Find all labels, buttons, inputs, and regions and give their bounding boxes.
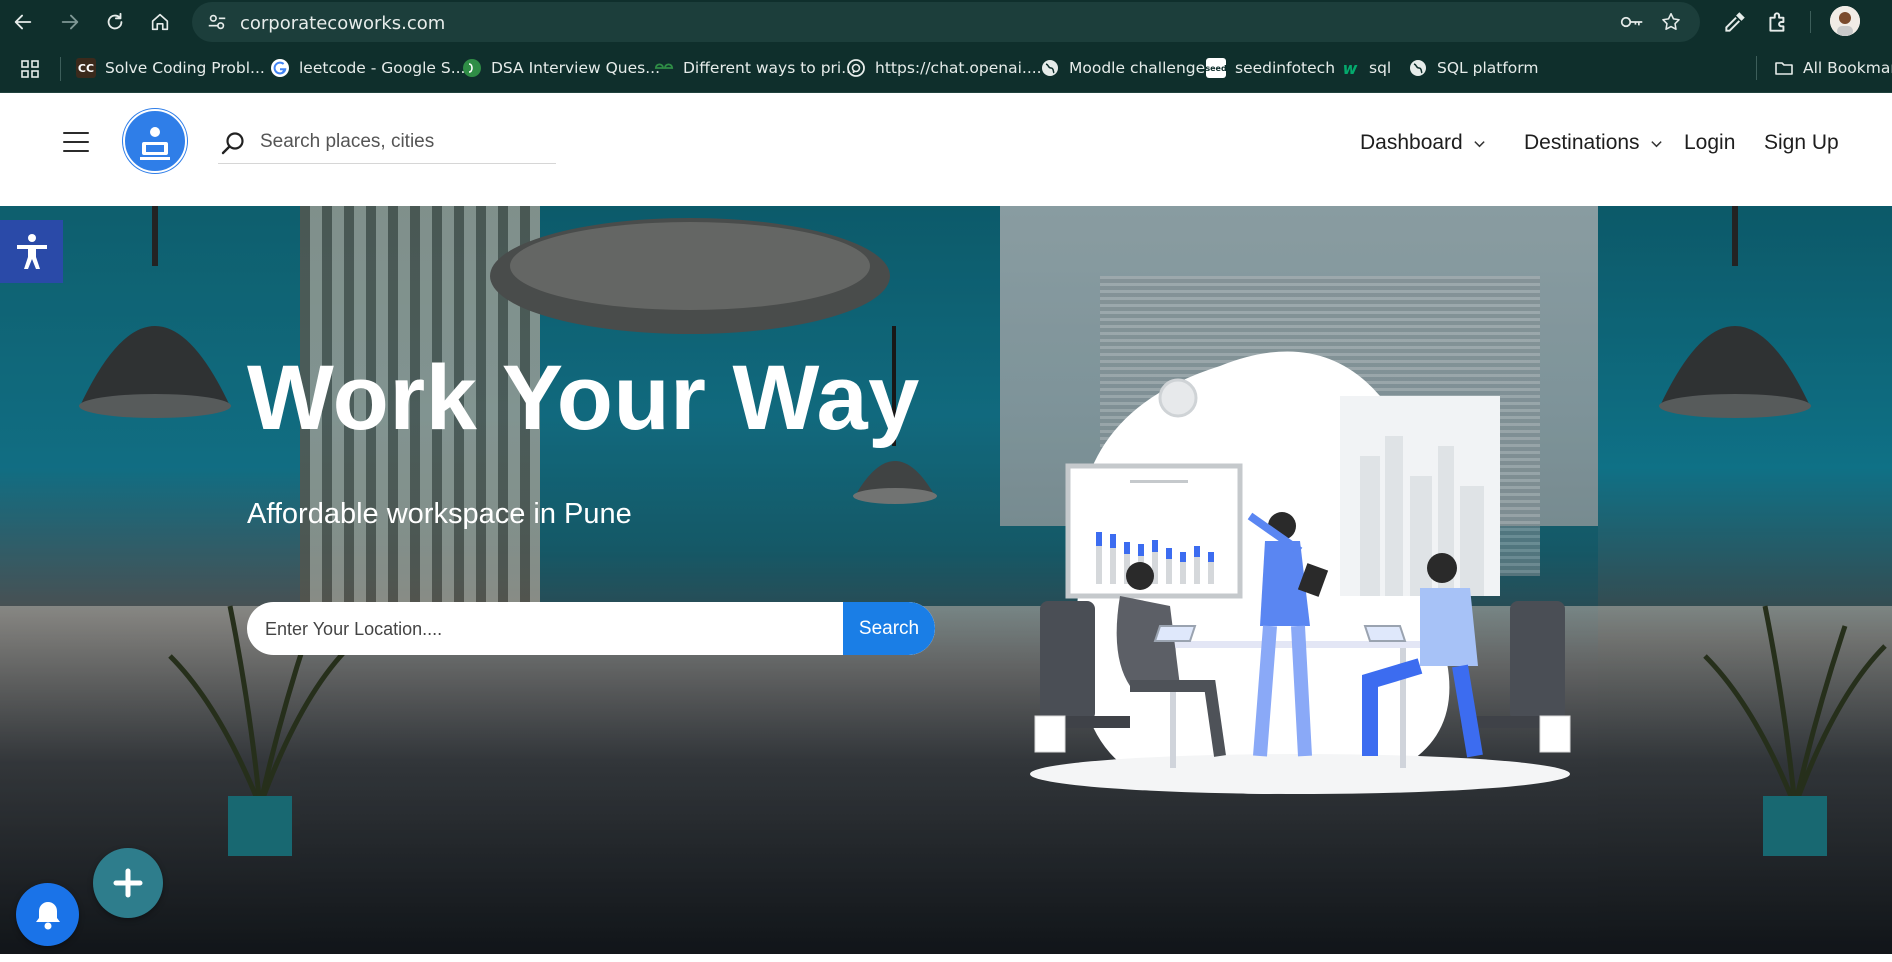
browser-toolbar: corporatecoworks.com	[0, 0, 1892, 45]
bookmark-label: Solve Coding Probl...	[105, 59, 265, 77]
chevron-down-icon	[1474, 140, 1485, 147]
bookmark-sql-platform[interactable]: SQL platform	[1408, 55, 1538, 81]
bookmark-label: SQL platform	[1437, 59, 1539, 77]
key-icon[interactable]	[1620, 12, 1644, 32]
search-icon	[221, 132, 244, 155]
hamburger-menu-icon[interactable]	[63, 132, 89, 154]
openai-icon	[846, 58, 866, 78]
notifications-floating-button[interactable]	[16, 883, 79, 946]
bookmark-label: https://chat.openai....	[875, 59, 1042, 77]
extensions-icon[interactable]	[1765, 9, 1791, 35]
bookmark-solve-coding[interactable]: CC Solve Coding Probl...	[76, 55, 265, 81]
header-search[interactable]	[218, 122, 556, 164]
bell-icon	[35, 901, 60, 929]
geeksforgeeks-icon	[654, 58, 674, 78]
profile-avatar[interactable]	[1830, 6, 1860, 36]
apps-grid-icon[interactable]	[20, 59, 40, 79]
toolbar-divider	[1810, 11, 1811, 33]
star-icon[interactable]	[1660, 11, 1682, 33]
forward-button[interactable]	[55, 7, 85, 37]
all-bookmarks[interactable]: All Bookmarks	[1774, 55, 1892, 81]
site-header: Dashboard Destinations Login Sign Up	[0, 94, 1892, 206]
globe-icon	[1040, 58, 1060, 78]
back-button[interactable]	[8, 7, 38, 37]
reload-button[interactable]	[100, 7, 130, 37]
accessibility-icon	[16, 233, 47, 269]
bookmark-different-ways[interactable]: Different ways to pri...	[654, 55, 856, 81]
bookmark-dsa-interview[interactable]: DSA Interview Ques...	[462, 55, 660, 81]
home-icon	[151, 13, 169, 31]
folder-icon	[1774, 58, 1794, 78]
header-search-input[interactable]	[260, 128, 550, 156]
w3schools-icon: w	[1342, 58, 1358, 78]
site-logo[interactable]	[122, 108, 188, 174]
bookmark-seedinfotech[interactable]: seed seedinfotech	[1205, 55, 1336, 81]
url-text[interactable]: corporatecoworks.com	[240, 13, 445, 34]
address-bar[interactable]: corporatecoworks.com	[192, 2, 1700, 42]
nav-signup-label: Sign Up	[1764, 131, 1839, 154]
nav-destinations-label: Destinations	[1524, 131, 1640, 154]
nav-signup[interactable]: Sign Up	[1764, 128, 1839, 158]
gfg-green-icon	[462, 58, 482, 78]
home-button[interactable]	[145, 7, 175, 37]
hero-subtitle: Affordable workspace in Pune	[247, 498, 632, 530]
bookmark-label: seedinfotech	[1235, 59, 1336, 77]
bookmark-label: Different ways to pri...	[683, 59, 856, 77]
add-floating-button[interactable]	[93, 848, 163, 918]
location-search-input[interactable]	[265, 614, 825, 644]
logo-graphic	[123, 109, 187, 173]
person-icon	[1830, 6, 1860, 36]
bookmark-label: Moodle challenge	[1069, 59, 1206, 77]
site-settings-icon[interactable]	[206, 11, 228, 33]
chevron-down-icon	[1650, 140, 1662, 147]
nav-destinations[interactable]: Destinations	[1524, 128, 1663, 158]
all-bookmarks-label: All Bookmarks	[1803, 59, 1892, 77]
bookmark-moodle-challenge[interactable]: Moodle challenge	[1040, 55, 1205, 81]
reload-icon	[107, 12, 123, 30]
seed-icon: seed	[1205, 58, 1227, 78]
bookmark-label: sql	[1369, 59, 1392, 77]
bookmark-chat-openai[interactable]: https://chat.openai....	[846, 55, 1042, 81]
google-icon	[270, 58, 290, 78]
nav-login[interactable]: Login	[1684, 128, 1735, 158]
eyedropper-icon[interactable]	[1722, 9, 1748, 35]
arrow-right-icon	[61, 14, 79, 30]
bookmark-sql[interactable]: w sql	[1340, 55, 1392, 81]
hero-title: Work Your Way	[247, 347, 920, 449]
bookmarks-divider	[60, 57, 61, 81]
bookmark-label: leetcode - Google S...	[299, 59, 466, 77]
nav-dashboard[interactable]: Dashboard	[1360, 128, 1486, 158]
bookmark-label: DSA Interview Ques...	[491, 59, 661, 77]
bookmarks-end-divider	[1756, 56, 1757, 80]
globe-icon	[1408, 58, 1428, 78]
nav-dashboard-label: Dashboard	[1360, 131, 1463, 154]
plus-icon	[113, 868, 143, 898]
bookmark-leetcode-google[interactable]: leetcode - Google S...	[270, 55, 466, 81]
team-meeting-illustration	[1030, 351, 1571, 794]
accessibility-button[interactable]	[0, 220, 63, 283]
hero-section: Work Your Way Affordable workspace in Pu…	[0, 206, 1892, 954]
hero-overlay	[0, 206, 1892, 954]
arrow-left-icon	[14, 14, 32, 30]
location-search: Search	[247, 602, 935, 655]
codechef-icon: CC	[76, 58, 96, 78]
location-search-button[interactable]: Search	[843, 602, 935, 655]
nav-login-label: Login	[1684, 131, 1736, 154]
